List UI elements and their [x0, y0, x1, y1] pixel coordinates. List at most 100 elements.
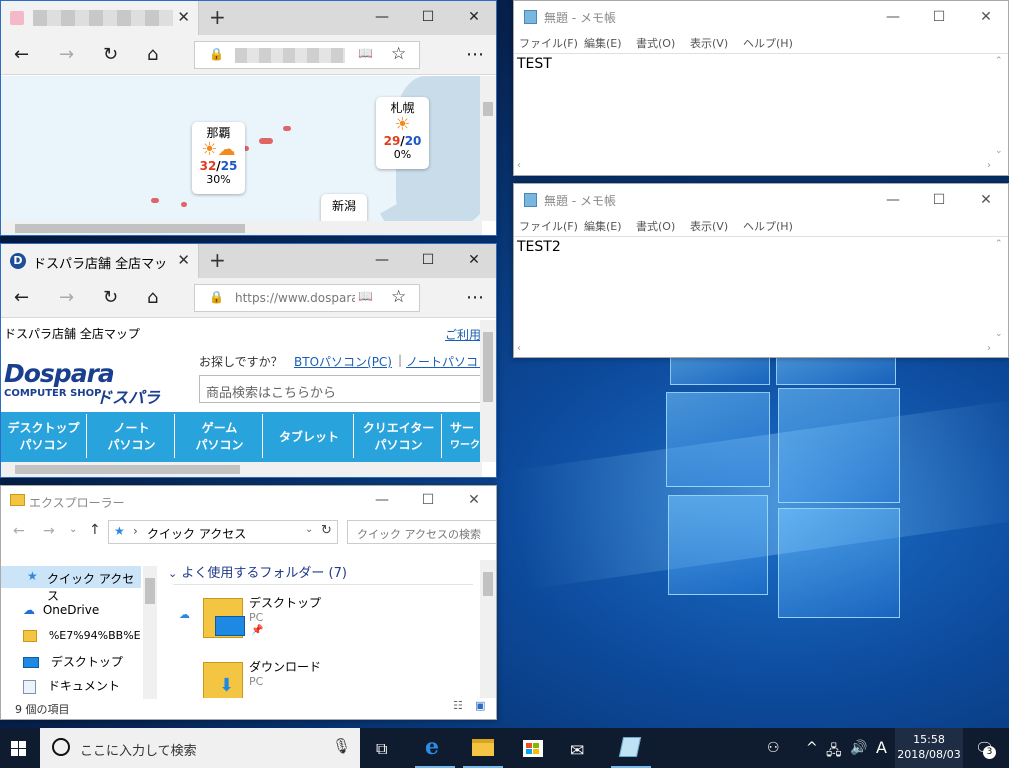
more-options-icon[interactable]: ⋯	[466, 287, 484, 308]
scrollbar-thumb[interactable]	[15, 465, 240, 474]
scroll-up-icon[interactable]: ⌃	[995, 56, 1003, 66]
mail-taskbar-button[interactable]: ✉	[558, 728, 606, 768]
folder-item-downloads[interactable]: ⬇ ダウンロード PC	[175, 658, 415, 698]
forward-arrow-icon[interactable]: →	[43, 523, 55, 539]
notebook-pc-link[interactable]: ノートパソコン	[406, 353, 482, 370]
minimize-button[interactable]: —	[870, 1, 916, 33]
menu-view[interactable]: 表示(V)	[690, 35, 728, 51]
favorite-star-icon[interactable]: ☆	[391, 44, 406, 64]
vertical-scrollbar[interactable]	[480, 320, 496, 462]
menu-format[interactable]: 書式(O)	[636, 35, 675, 51]
title-bar[interactable]: 無題 - メモ帳 — ☐ ✕	[514, 184, 1008, 216]
scrollbar-thumb[interactable]	[145, 578, 155, 604]
favorite-star-icon[interactable]: ☆	[391, 287, 406, 307]
scrollbar-thumb[interactable]	[15, 224, 245, 233]
taskbar-search-box[interactable]: ここに入力して検索 🎙	[40, 728, 360, 768]
maximize-button[interactable]: ☐	[405, 244, 451, 278]
vertical-scrollbar[interactable]: ⌃ ⌄	[992, 54, 1008, 160]
nav-item-quick-access[interactable]: ★ クイック アクセス	[1, 566, 141, 603]
store-taskbar-button[interactable]	[509, 728, 557, 768]
editor-content[interactable]: TEST	[517, 56, 552, 72]
close-window-button[interactable]: ✕	[963, 1, 1008, 33]
reading-view-icon[interactable]: 📖	[358, 289, 373, 303]
explorer-search-input[interactable]: クイック アクセスの検索	[347, 520, 496, 544]
section-header-frequent-folders[interactable]: ⌄ よく使用するフォルダー (7)	[168, 562, 347, 581]
minimize-button[interactable]: —	[359, 486, 405, 516]
details-view-icon[interactable]: ☷	[453, 699, 463, 712]
reading-view-icon[interactable]: 📖	[358, 46, 373, 60]
large-icons-view-icon[interactable]: ▣	[475, 699, 485, 712]
nav-item-documents[interactable]: ドキュメント	[23, 677, 120, 694]
refresh-icon[interactable]: ↻	[103, 287, 118, 308]
action-center-button[interactable]: 🗨 3	[975, 739, 996, 759]
forward-arrow-icon[interactable]: →	[59, 44, 74, 65]
horizontal-scrollbar[interactable]	[1, 462, 482, 477]
product-search-input[interactable]: 商品検索はこちらから	[199, 375, 482, 403]
close-tab-icon[interactable]: ✕	[177, 8, 190, 26]
edge-taskbar-button[interactable]: e	[411, 728, 459, 768]
title-bar[interactable]: 無題 - メモ帳 — ☐ ✕	[514, 1, 1008, 33]
scroll-left-icon[interactable]: ‹	[517, 343, 521, 354]
close-window-button[interactable]: ✕	[451, 1, 496, 35]
category-notebook-pc[interactable]: ノート パソコン	[89, 414, 175, 458]
close-window-button[interactable]: ✕	[451, 486, 496, 516]
scroll-right-icon[interactable]: ›	[987, 343, 991, 354]
volume-icon[interactable]: 🔊	[850, 740, 867, 756]
nav-item-onedrive[interactable]: ☁ OneDrive	[23, 603, 99, 617]
category-server[interactable]: サーワークス	[444, 414, 482, 458]
network-icon[interactable]: 🖧	[826, 740, 842, 764]
refresh-icon[interactable]: ↻	[103, 44, 118, 65]
menu-file[interactable]: ファイル(F)	[519, 35, 578, 51]
category-desktop-pc[interactable]: デスクトップ パソコン	[1, 414, 87, 458]
new-tab-button[interactable]: +	[209, 5, 226, 29]
browser-tab[interactable]: ✕	[1, 1, 199, 35]
microphone-icon[interactable]: 🎙	[332, 737, 351, 755]
address-bar[interactable]: 🔒 https://www.dospara 📖	[194, 284, 420, 312]
scroll-left-icon[interactable]: ‹	[517, 160, 521, 171]
horizontal-scrollbar[interactable]	[1, 221, 482, 235]
new-tab-button[interactable]: +	[209, 248, 226, 272]
category-tablet[interactable]: タブレット	[265, 414, 354, 458]
scrollbar-thumb[interactable]	[483, 572, 493, 596]
address-bar[interactable]: 🔒 📖	[194, 41, 420, 69]
folder-item-desktop[interactable]: ☁ デスクトップ PC 📌	[175, 594, 415, 646]
explorer-taskbar-button[interactable]	[459, 728, 507, 768]
dospara-logo[interactable]: Dospara COMPUTER SHOP ドスパラ	[4, 360, 189, 408]
home-icon[interactable]: ⌂	[147, 287, 158, 308]
menu-format[interactable]: 書式(O)	[636, 218, 675, 234]
address-bar[interactable]: ★ › クイック アクセス ⌄ ↻	[108, 520, 338, 544]
menu-edit[interactable]: 編集(E)	[584, 35, 622, 51]
forward-arrow-icon[interactable]: →	[59, 287, 74, 308]
vertical-scrollbar[interactable]	[480, 76, 496, 221]
scroll-up-icon[interactable]: ⌃	[995, 239, 1003, 249]
city-weather-card[interactable]: 新潟	[321, 194, 367, 221]
menu-help[interactable]: ヘルプ(H)	[743, 35, 793, 51]
browser-tab[interactable]: D ドスパラ店舗 全店マップ ✕	[1, 244, 199, 278]
nav-item-desktop[interactable]: デスクトップ	[23, 653, 123, 670]
back-arrow-icon[interactable]: ←	[14, 44, 29, 65]
maximize-button[interactable]: ☐	[405, 486, 451, 516]
menu-file[interactable]: ファイル(F)	[519, 218, 578, 234]
minimize-button[interactable]: —	[870, 184, 916, 216]
ime-mode-indicator[interactable]: A	[876, 738, 887, 757]
editor-content[interactable]: TEST2	[517, 239, 561, 255]
text-editor[interactable]: TEST2	[514, 236, 1008, 342]
title-bar[interactable]: エクスプローラー — ☐ ✕	[1, 486, 496, 516]
scroll-down-icon[interactable]: ⌄	[995, 329, 1003, 339]
recent-dropdown-icon[interactable]: ⌄	[69, 524, 77, 535]
maximize-button[interactable]: ☐	[405, 1, 451, 35]
minimize-button[interactable]: —	[359, 1, 405, 35]
minimize-button[interactable]: —	[359, 244, 405, 278]
show-hidden-icons-chevron-icon[interactable]: ^	[806, 740, 818, 756]
back-arrow-icon[interactable]: ←	[14, 287, 29, 308]
scrollbar-thumb[interactable]	[483, 102, 493, 116]
address-dropdown-icon[interactable]: ⌄	[305, 524, 313, 535]
category-creator-pc[interactable]: クリエイター パソコン	[356, 414, 442, 458]
vertical-scrollbar[interactable]	[480, 560, 496, 698]
menu-view[interactable]: 表示(V)	[690, 218, 728, 234]
scroll-down-icon[interactable]: ⌄	[995, 146, 1003, 156]
city-weather-card[interactable]: 札幌 ☀ 29/20 0%	[376, 97, 429, 169]
refresh-icon[interactable]: ↻	[321, 523, 332, 538]
people-icon[interactable]: ⚇	[767, 740, 780, 756]
horizontal-scrollbar[interactable]: ‹ ›	[514, 160, 994, 175]
